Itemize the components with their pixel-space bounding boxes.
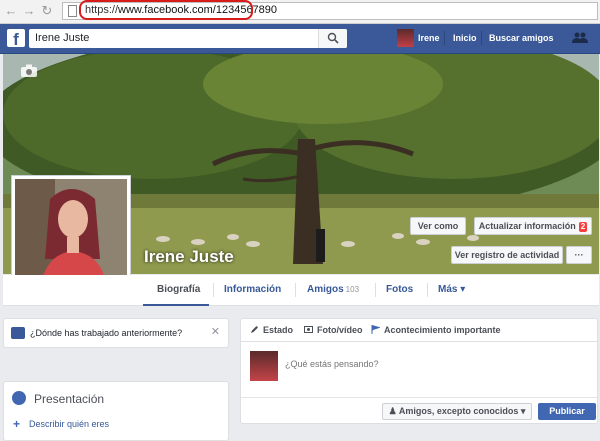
nav-divider	[444, 31, 445, 45]
tab-more[interactable]: Más ▾	[438, 275, 465, 305]
people-icon: ♟	[388, 406, 399, 416]
friends-count: 103	[345, 285, 360, 294]
post-composer: Estado Foto/vídeo Acontecimiento importa…	[240, 318, 598, 424]
update-info-label: Actualizar información	[478, 221, 576, 231]
composer-tab-status[interactable]: Estado	[263, 325, 293, 335]
composer-tab-life-event[interactable]: Acontecimiento importante	[384, 325, 501, 335]
nav-user-name[interactable]: Irene	[418, 33, 440, 43]
tab-divider	[295, 283, 296, 297]
composer-avatar	[250, 351, 278, 381]
friend-requests-icon[interactable]	[572, 32, 588, 44]
address-bar[interactable]: https://www.facebook.com/1234567890	[62, 0, 598, 20]
pencil-icon	[251, 326, 258, 333]
profile-picture-image	[15, 179, 127, 289]
notification-badge: 2	[578, 222, 588, 232]
user-avatar[interactable]	[397, 29, 414, 47]
search-box[interactable]	[29, 29, 347, 48]
url-highlight-annotation	[79, 0, 253, 20]
intro-title: Presentación	[34, 392, 105, 406]
composer-footer: ♟ Amigos, excepto conocidos ▾ Publicar	[241, 397, 597, 426]
describe-yourself-link[interactable]: Describir quién eres	[29, 419, 109, 429]
facebook-logo-icon[interactable]: f	[7, 29, 25, 47]
photo-icon	[304, 326, 313, 333]
forward-arrow-icon[interactable]: →	[22, 4, 36, 18]
work-prompt-text[interactable]: ¿Dónde has trabajado anteriormente?	[30, 328, 182, 338]
activity-log-button[interactable]: Ver registro de actividad	[451, 246, 563, 264]
search-button[interactable]	[318, 29, 347, 48]
publish-button[interactable]: Publicar	[538, 403, 596, 420]
audience-label: Amigos, excepto conocidos	[398, 406, 519, 416]
audience-selector[interactable]: ♟ Amigos, excepto conocidos ▾	[382, 403, 532, 420]
tab-friends-label: Amigos	[307, 284, 344, 295]
facebook-top-bar: f Irene Inicio Buscar amigos	[0, 24, 600, 54]
composer-tab-photo[interactable]: Foto/vídeo	[317, 325, 363, 335]
work-prompt-card: ¿Dónde has trabajado anteriormente? ✕	[3, 318, 229, 348]
nav-find-friends[interactable]: Buscar amigos	[489, 33, 554, 43]
flag-icon	[371, 325, 380, 334]
status-input[interactable]	[285, 359, 585, 369]
update-info-button[interactable]: Actualizar información 2	[474, 217, 592, 235]
profile-tabs-bar: Biografía Información Amigos 103 Fotos Má…	[3, 275, 599, 306]
profile-name[interactable]: Irene Juste	[144, 247, 234, 267]
nav-divider	[481, 31, 482, 45]
view-as-button[interactable]: Ver como	[410, 217, 466, 235]
tab-divider	[213, 283, 214, 297]
globe-icon	[12, 391, 26, 405]
briefcase-icon	[11, 327, 25, 339]
close-icon[interactable]: ✕	[211, 325, 220, 338]
chevron-down-icon: ▾	[518, 406, 526, 416]
tab-divider	[427, 283, 428, 297]
page-icon	[68, 5, 77, 17]
active-tab-indicator	[143, 304, 209, 306]
search-input[interactable]	[35, 31, 315, 45]
composer-tabs: Estado Foto/vídeo Acontecimiento importa…	[241, 319, 597, 342]
intro-card: Presentación + Describir quién eres	[3, 381, 229, 441]
nav-home[interactable]: Inicio	[453, 33, 477, 43]
reload-icon[interactable]: ↻	[40, 4, 54, 18]
camera-icon[interactable]	[21, 64, 37, 77]
tab-photos[interactable]: Fotos	[386, 275, 413, 305]
plus-icon[interactable]: +	[13, 417, 20, 431]
browser-bar: ← → ↻ https://www.facebook.com/123456789…	[0, 0, 600, 24]
tab-about[interactable]: Información	[224, 275, 281, 305]
tab-timeline[interactable]: Biografía	[157, 275, 200, 305]
tab-friends[interactable]: Amigos 103	[307, 275, 359, 305]
search-icon	[327, 32, 339, 44]
more-options-button[interactable]: ···	[566, 246, 592, 264]
back-arrow-icon[interactable]: ←	[4, 4, 18, 18]
tab-divider	[375, 283, 376, 297]
